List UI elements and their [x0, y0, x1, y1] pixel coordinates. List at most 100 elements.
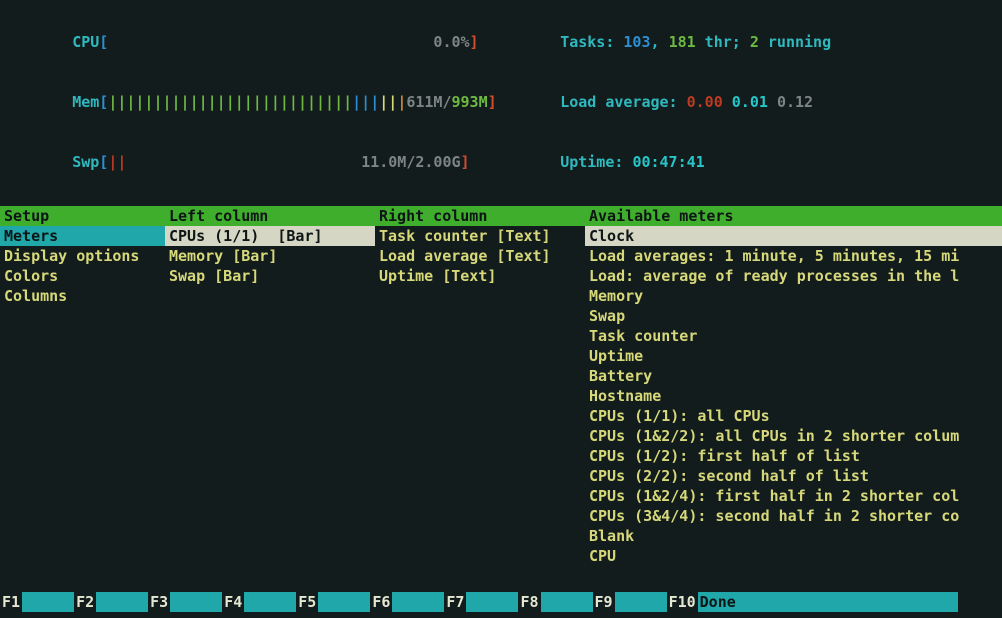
load-15m: 0.12	[777, 93, 813, 111]
list-item[interactable]: Load average [Text]	[375, 246, 585, 266]
list-item[interactable]: Uptime	[585, 346, 1002, 366]
list-item[interactable]: CPUs (3&4/4): second half in 2 shorter c…	[585, 506, 1002, 526]
fkey-label: F2	[74, 592, 96, 612]
list-item[interactable]: CPU	[585, 546, 1002, 566]
swp-label: Swp	[72, 153, 99, 171]
fkey[interactable]: F8	[518, 592, 592, 612]
fkey-label: F10	[667, 592, 698, 612]
meters-right: Tasks: 103, 181 thr; 2 running Load aver…	[506, 12, 984, 192]
swp-pad	[126, 153, 361, 171]
load-label: Load average:	[560, 93, 686, 111]
uptime: Uptime: 00:47:41	[506, 132, 984, 192]
list-item[interactable]: Battery	[585, 366, 1002, 386]
fkey[interactable]: F6	[370, 592, 444, 612]
cpu-label: CPU	[72, 33, 99, 51]
list-item[interactable]: CPUs (1/1) [Bar]	[165, 226, 375, 246]
setup-panes: Setup MetersDisplay optionsColorsColumns…	[0, 206, 1002, 566]
list-item[interactable]: Swap	[585, 306, 1002, 326]
function-key-bar: F1F2 F3 F4 F5F6 F7 F8F9 F10Done	[0, 592, 1002, 612]
meters-left: CPU[ 0.0%] Mem[|||||||||||||||||||||||||…	[18, 12, 458, 192]
left-column-header: Left column	[165, 206, 375, 226]
tasks-procs: 103	[623, 33, 650, 51]
fkey-caption	[244, 592, 296, 612]
bracket-close-icon: ]	[470, 33, 479, 51]
list-item[interactable]: Columns	[0, 286, 165, 306]
header-meters: CPU[ 0.0%] Mem[|||||||||||||||||||||||||…	[0, 12, 1002, 192]
mem-bars-buffers: |||	[352, 93, 379, 111]
mem-bars-used: |||||||||||||||||||||||||||	[108, 93, 352, 111]
fkey[interactable]: F9	[593, 592, 667, 612]
list-item[interactable]: Blank	[585, 526, 1002, 546]
list-item[interactable]: Task counter	[585, 326, 1002, 346]
cpu-value: 0.0%	[433, 33, 469, 51]
fkey[interactable]: F1	[0, 592, 74, 612]
list-item[interactable]: Clock	[585, 226, 1002, 246]
bracket-close-icon: ]	[461, 153, 470, 171]
fkey-caption	[22, 592, 74, 612]
list-item[interactable]: Display options	[0, 246, 165, 266]
left-column-list[interactable]: CPUs (1/1) [Bar]Memory [Bar]Swap [Bar]	[165, 226, 375, 286]
available-meters-list[interactable]: ClockLoad averages: 1 minute, 5 minutes,…	[585, 226, 1002, 566]
list-item[interactable]: Hostname	[585, 386, 1002, 406]
list-item[interactable]: Load averages: 1 minute, 5 minutes, 15 m…	[585, 246, 1002, 266]
fkey-caption	[466, 592, 518, 612]
mem-total: 993M	[452, 93, 488, 111]
fkey-caption	[392, 592, 444, 612]
fkey[interactable]: F2	[74, 592, 148, 612]
cpu-meter: CPU[ 0.0%]	[18, 12, 458, 72]
setup-list[interactable]: MetersDisplay optionsColorsColumns	[0, 226, 165, 306]
fkey-caption	[170, 592, 222, 612]
right-column-pane: Right column Task counter [Text]Load ave…	[375, 206, 585, 566]
list-item[interactable]: Memory [Bar]	[165, 246, 375, 266]
tasks-thr-word: thr;	[696, 33, 750, 51]
available-meters-header: Available meters	[585, 206, 1002, 226]
fkey[interactable]: F10Done	[667, 592, 958, 612]
fkey-caption	[615, 592, 667, 612]
swap-meter: Swp[|| 11.0M/2.00G]	[18, 132, 458, 192]
mem-bars-cache: |	[397, 93, 406, 111]
list-item[interactable]: CPUs (1&2/2): all CPUs in 2 shorter colu…	[585, 426, 1002, 446]
list-item[interactable]: Meters	[0, 226, 165, 246]
right-column-list[interactable]: Task counter [Text]Load average [Text]Up…	[375, 226, 585, 286]
setup-header: Setup	[0, 206, 165, 226]
sp	[723, 93, 732, 111]
tasks-label: Tasks:	[560, 33, 623, 51]
fkey[interactable]: F7	[444, 592, 518, 612]
list-item[interactable]: Colors	[0, 266, 165, 286]
fkey-caption	[318, 592, 370, 612]
list-item[interactable]: CPUs (1/2): first half of list	[585, 446, 1002, 466]
fkey-caption	[96, 592, 148, 612]
bracket-open-icon: [	[99, 33, 108, 51]
bracket-close-icon: ]	[488, 93, 497, 111]
tasks-running: 2	[750, 33, 759, 51]
fkey-caption: Done	[698, 592, 958, 612]
memory-meter: Mem[|||||||||||||||||||||||||||||||||611…	[18, 72, 458, 132]
fkey-label: F6	[370, 592, 392, 612]
sp	[768, 93, 777, 111]
tasks-threads: 181	[669, 33, 696, 51]
bracket-open-icon: [	[99, 153, 108, 171]
list-item[interactable]: Memory	[585, 286, 1002, 306]
available-meters-pane: Available meters ClockLoad averages: 1 m…	[585, 206, 1002, 566]
tasks-running-word: running	[759, 33, 831, 51]
list-item[interactable]: CPUs (1&2/4): first half in 2 shorter co…	[585, 486, 1002, 506]
fkey[interactable]: F4	[222, 592, 296, 612]
fkey-label: F9	[593, 592, 615, 612]
fkey-label: F7	[444, 592, 466, 612]
mem-bars-shared: ||	[379, 93, 397, 111]
list-item[interactable]: CPUs (1/1): all CPUs	[585, 406, 1002, 426]
right-column-header: Right column	[375, 206, 585, 226]
list-item[interactable]: CPUs (2/2): second half of list	[585, 466, 1002, 486]
list-item[interactable]: Swap [Bar]	[165, 266, 375, 286]
fkey[interactable]: F5	[296, 592, 370, 612]
list-item[interactable]: Load: average of ready processes in the …	[585, 266, 1002, 286]
fkey[interactable]: F3	[148, 592, 222, 612]
list-item[interactable]: Uptime [Text]	[375, 266, 585, 286]
list-item[interactable]: Task counter [Text]	[375, 226, 585, 246]
uptime-label: Uptime:	[560, 153, 632, 171]
mem-used: 611M/	[406, 93, 451, 111]
fkey-label: F4	[222, 592, 244, 612]
cpu-bars	[108, 33, 433, 51]
fkey-label: F3	[148, 592, 170, 612]
load-1m: 0.00	[687, 93, 723, 111]
